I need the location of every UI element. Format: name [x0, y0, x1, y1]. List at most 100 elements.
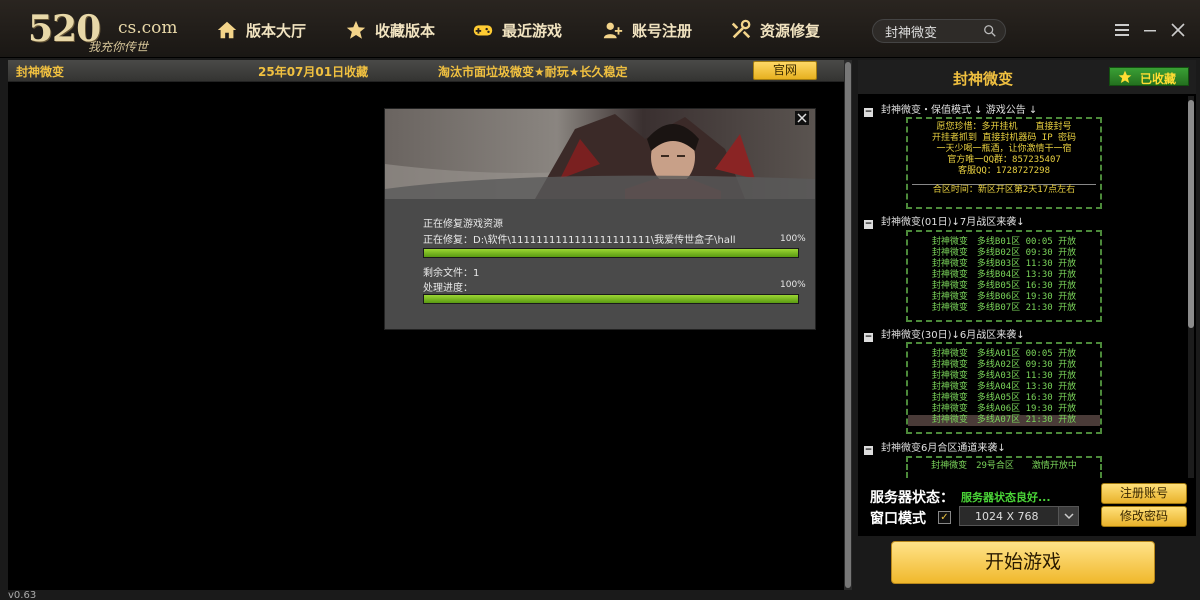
progress-fill	[424, 295, 798, 303]
server-line-highlighted[interactable]: 封神微变 多线A07区 21:30 开放	[908, 415, 1100, 426]
notice-line: 开挂者抓到 直接封机器码 IP 密码	[931, 133, 1077, 143]
nav-favorites[interactable]: 收藏版本	[345, 16, 435, 44]
collapse-icon[interactable]: −	[864, 108, 873, 117]
server-line[interactable]: 封神微变 多线A02区 09:30 开放	[908, 360, 1100, 371]
server-line[interactable]: 封神微变 多线A04区 13:30 开放	[908, 382, 1100, 393]
close-icon[interactable]	[1168, 20, 1188, 40]
section-title: 封神微变(01日)↓7月战区来袭↓	[881, 217, 1025, 228]
repair-percent: 100%	[780, 234, 806, 244]
collapse-icon[interactable]: −	[864, 220, 873, 229]
register-account-button[interactable]: 注册账号	[1101, 483, 1187, 504]
server-line[interactable]: 封神微变 多线A01区 00:05 开放	[908, 349, 1100, 360]
section-header-notice[interactable]: − 封神微变・保值模式 ↓ 游戏公告 ↓	[864, 101, 1037, 117]
game-name: 封神微变	[16, 65, 65, 79]
section-header-june[interactable]: − 封神微变(30日)↓6月战区来袭↓	[864, 326, 1025, 342]
server-title-bar: 封神微变 已收藏	[858, 60, 1196, 94]
scrollbar-thumb[interactable]	[845, 62, 851, 588]
user-add-icon	[603, 22, 623, 39]
server-line[interactable]: 封神微变 多线B07区 21:30 开放	[908, 303, 1100, 314]
section-title: 封神微变(30日)↓6月战区来袭↓	[881, 330, 1025, 341]
server-line[interactable]: 封神微变 29号合区 激情开放中	[908, 461, 1100, 472]
june-server-list: 封神微变 多线A01区 00:05 开放 封神微变 多线A02区 09:30 开…	[906, 342, 1102, 434]
notice-line: 客服QQ：1728727298	[957, 166, 1051, 176]
start-game-button[interactable]: 开始游戏	[891, 541, 1155, 584]
july-server-list: 封神微变 多线B01区 00:05 开放 封神微变 多线B02区 09:30 开…	[906, 230, 1102, 322]
server-line[interactable]: 封神微变 多线B05区 16:30 开放	[908, 281, 1100, 292]
official-site-button[interactable]: 官网	[753, 61, 817, 80]
nav-version-hall[interactable]: 版本大厅	[216, 16, 306, 44]
logo-slogan: 我充你传世	[88, 40, 149, 54]
star-icon	[1118, 70, 1132, 84]
remaining-files: 剩余文件：1	[423, 268, 480, 279]
star-icon	[346, 20, 366, 39]
logo[interactable]: 520 cs.com 我充你传世	[10, 4, 200, 54]
server-status-label: 服务器状态：	[870, 490, 954, 506]
menu-icon[interactable]	[1112, 20, 1132, 40]
nav-label: 资源修复	[760, 21, 821, 40]
right-scrollbar[interactable]	[1188, 96, 1194, 478]
nav-register[interactable]: 账号注册	[602, 16, 692, 44]
section-header-merge[interactable]: − 封神微变6月合区通道来袭↓	[864, 439, 1006, 455]
gamepad-icon	[473, 25, 493, 36]
scrollbar-thumb[interactable]	[1188, 100, 1194, 328]
file-progress-bar	[423, 248, 799, 258]
resolution-select[interactable]: 1024 X 768	[959, 506, 1079, 526]
repair-dialog: 正在修复游戏资源 正在修复：D:\软件\11111111111111111111…	[384, 108, 816, 330]
home-icon	[217, 21, 237, 39]
search-input[interactable]	[885, 22, 981, 40]
game-description: 淘汰市面垃圾微变★耐玩★长久稳定	[438, 65, 628, 79]
app-window: 520 cs.com 我充你传世 版本大厅 收藏版本 最近游戏 账号注册 资源修…	[0, 0, 1200, 600]
nav-recent-games[interactable]: 最近游戏	[472, 16, 562, 44]
search-icon[interactable]	[983, 24, 997, 38]
server-line[interactable]: 封神微变 多线B06区 19:30 开放	[908, 292, 1100, 303]
notice-line: 官方唯一QQ群：857235407	[947, 155, 1061, 165]
favorite-date: 25年07月01日收藏	[258, 65, 369, 79]
repair-status-title: 正在修复游戏资源	[423, 219, 503, 230]
collapse-icon[interactable]: −	[864, 446, 873, 455]
server-line[interactable]: 封神微变 多线B03区 11:30 开放	[908, 259, 1100, 270]
notice-line: 一天少喝一瓶酒，让你激情干一宿	[936, 144, 1072, 154]
window-mode-label: 窗口模式	[870, 511, 926, 527]
notice-line: 合区时间：新区开区第2天17点左右	[932, 185, 1076, 195]
progress-label: 处理进度：	[423, 283, 473, 294]
overall-progress-bar	[423, 294, 799, 304]
notice-divider	[912, 177, 1096, 185]
server-line[interactable]: 封神微变 多线B01区 00:05 开放	[908, 237, 1100, 248]
warrior-artwork	[385, 114, 815, 199]
nav-label: 最近游戏	[502, 21, 563, 40]
section-header-july[interactable]: − 封神微变(01日)↓7月战区来袭↓	[864, 213, 1025, 229]
dropdown-arrow[interactable]	[1058, 507, 1078, 525]
minimize-icon[interactable]	[1140, 20, 1160, 40]
repair-path: 正在修复：D:\软件\1111111111111111111111\我爱传世盒子…	[423, 235, 736, 246]
favorited-button[interactable]: 已收藏	[1109, 67, 1189, 86]
nav-repair[interactable]: 资源修复	[730, 16, 820, 44]
server-line[interactable]: 封神微变 多线A05区 16:30 开放	[908, 393, 1100, 404]
nav-label: 账号注册	[632, 21, 693, 40]
server-status-value: 服务器状态良好...	[961, 491, 1051, 504]
server-line[interactable]: 封神微变 多线A03区 11:30 开放	[908, 371, 1100, 382]
collapse-icon[interactable]: −	[864, 333, 873, 342]
version-label: v0.63	[8, 590, 37, 600]
search-box	[872, 19, 1006, 43]
notice-line: 愿您珍惜：多开挂机 直接封号	[936, 122, 1072, 132]
resolution-value: 1024 X 768	[975, 510, 1039, 523]
change-password-button[interactable]: 修改密码	[1101, 506, 1187, 527]
window-mode-checkbox[interactable]: ✓	[938, 511, 951, 524]
section-title: 封神微变6月合区通道来袭↓	[881, 443, 1006, 454]
nav-label: 版本大厅	[246, 21, 307, 40]
favorited-label: 已收藏	[1140, 72, 1177, 86]
dialog-banner-image	[385, 109, 815, 199]
overall-percent: 100%	[780, 280, 806, 290]
header-bar: 520 cs.com 我充你传世 版本大厅 收藏版本 最近游戏 账号注册 资源修…	[0, 0, 1200, 58]
chevron-down-icon	[1064, 513, 1074, 520]
server-line[interactable]: 封神微变 多线B02区 09:30 开放	[908, 248, 1100, 259]
game-info-bar: 封神微变 25年07月01日收藏 淘汰市面垃圾微变★耐玩★长久稳定 官网	[8, 60, 844, 82]
left-scrollbar[interactable]	[844, 60, 852, 590]
server-line[interactable]: 封神微变 多线B04区 13:30 开放	[908, 270, 1100, 281]
progress-fill	[424, 249, 798, 257]
notice-box: 愿您珍惜：多开挂机 直接封号 开挂者抓到 直接封机器码 IP 密码 一天少喝一瓶…	[906, 117, 1102, 209]
logo-domain: cs.com	[118, 18, 178, 38]
section-title: 封神微变・保值模式 ↓ 游戏公告 ↓	[881, 105, 1038, 116]
dialog-close-icon[interactable]	[795, 111, 809, 125]
server-line[interactable]: 封神微变 多线A06区 19:30 开放	[908, 404, 1100, 415]
